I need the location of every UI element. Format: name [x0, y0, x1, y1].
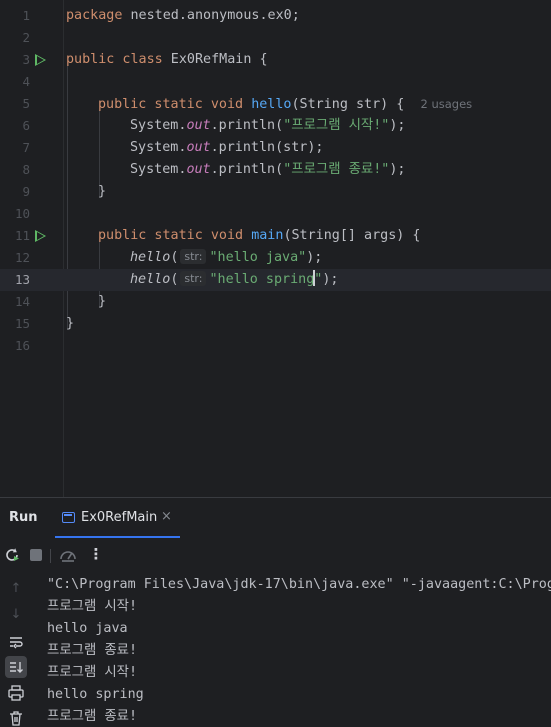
run-toolbar: ⋮: [0, 541, 551, 569]
scroll-to-end-icon[interactable]: [5, 656, 27, 678]
run-main-gutter-icon[interactable]: [35, 230, 46, 242]
run-tool-window: Run Ex0RefMain × ⋮ ↑ ↓ "C:\Program Files…: [0, 497, 551, 727]
code-text[interactable]: }: [98, 291, 106, 313]
soft-wrap-icon[interactable]: [5, 631, 27, 653]
line-number: 9: [22, 184, 30, 199]
console-line: hello java: [47, 621, 128, 636]
code-editor[interactable]: 1 package nested.anonymous.ex0; 2 3 publ…: [0, 0, 551, 497]
line-number: 4: [22, 74, 30, 89]
trash-icon[interactable]: [5, 707, 27, 727]
code-text[interactable]: System.out.println("프로그램 종료!");: [130, 159, 405, 181]
console-line: 프로그램 시작!: [47, 665, 138, 680]
line-number: 14: [14, 294, 30, 309]
line-number: 8: [22, 162, 30, 177]
line-number: 5: [22, 96, 30, 111]
code-text[interactable]: package nested.anonymous.ex0;: [66, 5, 300, 27]
line-number: 7: [22, 140, 30, 155]
code-line[interactable]: 1 package nested.anonymous.ex0;: [0, 5, 551, 27]
code-line[interactable]: 7 System.out.println(str);: [0, 137, 551, 159]
console-line: 프로그램 시작!: [47, 599, 138, 614]
line-number: 10: [14, 206, 30, 221]
code-text[interactable]: public static void hello(String str) { 2…: [98, 93, 472, 116]
code-line-current[interactable]: 13 hello(str: "hello spring");: [0, 269, 551, 291]
up-arrow-icon[interactable]: ↑: [5, 578, 27, 600]
code-text[interactable]: }: [98, 181, 106, 203]
line-number: 13: [14, 272, 30, 287]
run-config-icon: [62, 512, 75, 523]
thread-dump-icon[interactable]: [58, 545, 78, 565]
code-line[interactable]: 11 public static void main(String[] args…: [0, 225, 551, 247]
line-number: 11: [14, 228, 30, 243]
code-line[interactable]: 6 System.out.println("프로그램 시작!");: [0, 115, 551, 137]
code-line[interactable]: 3 public class Ex0RefMain {: [0, 49, 551, 71]
code-line[interactable]: 12 hello(str: "hello java");: [0, 247, 551, 269]
parameter-hint: str:: [180, 249, 207, 264]
code-line[interactable]: 4: [0, 71, 551, 93]
print-icon[interactable]: [5, 682, 27, 704]
code-line[interactable]: 9 }: [0, 181, 551, 203]
code-line[interactable]: 16: [0, 335, 551, 357]
code-line[interactable]: 2: [0, 27, 551, 49]
console-line: 프로그램 종료!: [47, 643, 138, 658]
tab-ex0refmain[interactable]: Ex0RefMain ×: [55, 498, 180, 538]
toolbar-separator: [50, 549, 51, 563]
console-output[interactable]: "C:\Program Files\Java\jdk-17\bin\java.e…: [47, 574, 551, 727]
console-line: 프로그램 종료!: [47, 709, 138, 724]
line-number: 16: [14, 338, 30, 353]
run-panel-title: Run: [9, 510, 38, 525]
line-number: 6: [22, 118, 30, 133]
code-text[interactable]: }: [66, 313, 74, 335]
line-number: 12: [14, 250, 30, 265]
line-number: 15: [14, 316, 30, 331]
code-text[interactable]: System.out.println("프로그램 시작!");: [130, 115, 405, 137]
stop-icon[interactable]: [26, 545, 46, 565]
code-text[interactable]: System.out.println(str);: [130, 137, 324, 159]
code-text[interactable]: hello(str: "hello spring");: [130, 269, 338, 291]
rerun-icon[interactable]: [2, 545, 22, 565]
run-class-gutter-icon[interactable]: [35, 54, 46, 66]
code-line[interactable]: 5 public static void hello(String str) {…: [0, 93, 551, 115]
line-number: 3: [22, 52, 30, 67]
code-line[interactable]: 14 }: [0, 291, 551, 313]
code-line[interactable]: 15 }: [0, 313, 551, 335]
console-line: hello spring: [47, 687, 144, 702]
tab-label: Ex0RefMain: [81, 510, 158, 525]
active-tab-indicator: [55, 536, 180, 538]
code-text[interactable]: public class Ex0RefMain {: [66, 49, 268, 71]
code-line[interactable]: 10: [0, 203, 551, 225]
code-text[interactable]: public static void main(String[] args) {: [98, 225, 421, 247]
parameter-hint: str:: [180, 271, 207, 286]
line-number: 1: [22, 8, 30, 23]
run-header: Run Ex0RefMain ×: [0, 498, 551, 538]
down-arrow-icon[interactable]: ↓: [5, 604, 27, 626]
code-text[interactable]: hello(str: "hello java");: [130, 247, 322, 269]
usages-hint[interactable]: 2 usages: [421, 97, 473, 111]
line-number: 2: [22, 30, 30, 45]
more-options-icon[interactable]: ⋮: [86, 545, 106, 565]
close-icon[interactable]: ×: [161, 509, 172, 524]
console-side-toolbar: ↑ ↓: [0, 576, 32, 727]
console-line: "C:\Program Files\Java\jdk-17\bin\java.e…: [47, 577, 551, 592]
code-line[interactable]: 8 System.out.println("프로그램 종료!");: [0, 159, 551, 181]
